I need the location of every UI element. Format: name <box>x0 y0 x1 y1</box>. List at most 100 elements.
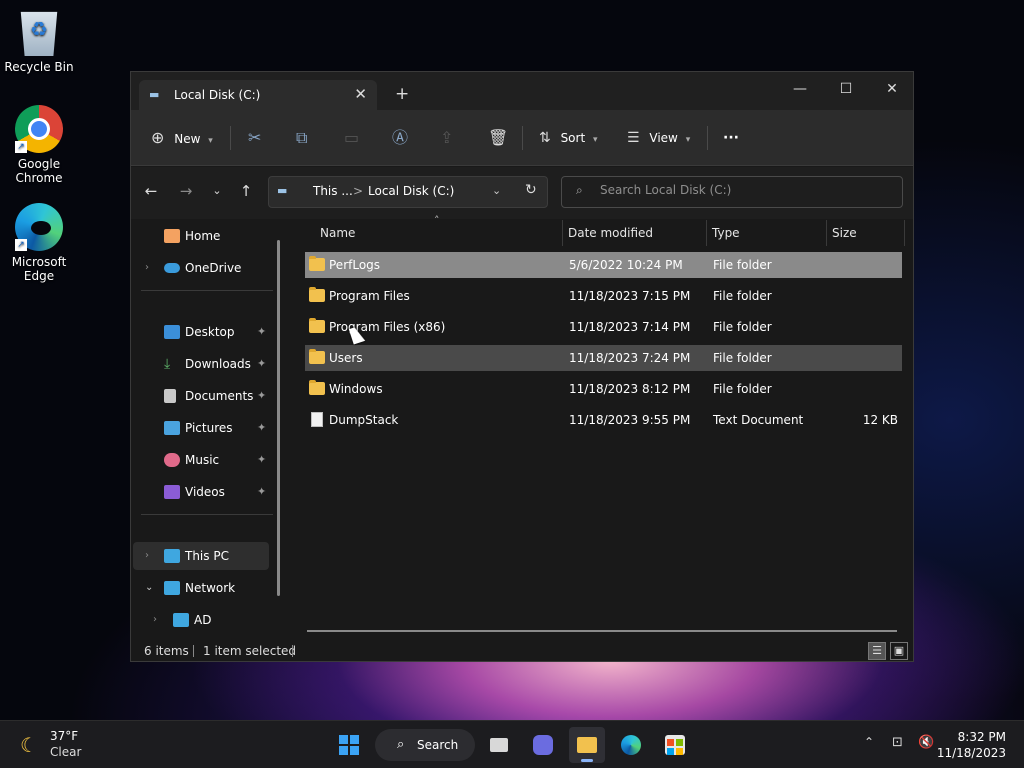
column-header-date-modified[interactable]: Date modified <box>568 226 653 240</box>
back-button[interactable]: ← <box>139 179 163 203</box>
nav-item-videos[interactable]: Videos ✦ <box>133 478 269 506</box>
column-header-name[interactable]: Name <box>320 226 355 240</box>
close-button[interactable]: ✕ <box>869 76 915 104</box>
store-taskbar-button[interactable] <box>657 727 693 763</box>
nav-item-downloads[interactable]: ⤓ Downloads ✦ <box>133 350 269 378</box>
title-bar[interactable]: ▬ Local Disk (C:) ✕ + — ☐ ✕ <box>131 72 913 110</box>
toolbar-divider <box>522 126 523 150</box>
chrome-icon: ↗ <box>15 105 63 153</box>
file-row[interactable]: Users 11/18/2023 7:24 PM File folder <box>305 345 902 371</box>
selection-count: 1 item selected <box>203 644 297 658</box>
rename-button[interactable]: Ⓐ <box>392 124 408 152</box>
show-hidden-icons-chevron-icon[interactable]: ⌃ <box>864 735 874 749</box>
volume-muted-icon[interactable]: 🔇 <box>918 735 934 750</box>
computer-icon <box>173 613 189 627</box>
file-row[interactable]: Windows 11/18/2023 8:12 PM File folder <box>305 376 902 402</box>
desktop-icon-microsoft-edge[interactable]: ↗ Microsoft Edge <box>4 203 74 283</box>
start-button[interactable] <box>331 727 367 763</box>
nav-item-onedrive[interactable]: › OneDrive <box>133 254 269 282</box>
nav-item-desktop[interactable]: Desktop ✦ <box>133 318 269 346</box>
chevron-right-icon[interactable]: › <box>145 542 149 570</box>
moon-icon: ☾ <box>20 733 38 757</box>
up-button[interactable]: ↑ <box>234 179 258 203</box>
forward-button[interactable]: → <box>174 179 198 203</box>
nav-item-pictures[interactable]: Pictures ✦ <box>133 414 269 442</box>
column-divider[interactable] <box>562 220 563 246</box>
nav-item-this-pc[interactable]: › This PC <box>133 542 269 570</box>
weather-widget[interactable]: ☾ 37°F Clear <box>18 729 118 761</box>
tab-local-disk[interactable]: ▬ Local Disk (C:) ✕ <box>139 80 377 110</box>
cut-button[interactable]: ✂ <box>248 124 261 152</box>
column-header-type[interactable]: Type <box>712 226 740 240</box>
nav-label: OneDrive <box>185 261 242 275</box>
sort-label: Sort <box>560 131 586 145</box>
share-button[interactable]: ⇪ <box>440 124 453 152</box>
nav-pane-scrollbar[interactable] <box>277 240 280 596</box>
delete-button[interactable]: 🗑 <box>488 124 508 152</box>
column-divider[interactable] <box>826 220 827 246</box>
nav-item-music[interactable]: Music ✦ <box>133 446 269 474</box>
search-box[interactable]: ⌕ <box>561 176 903 208</box>
column-header-size[interactable]: Size <box>832 226 857 240</box>
copy-button[interactable]: ⧉ <box>296 124 307 152</box>
search-input[interactable] <box>600 183 890 197</box>
chevron-right-icon[interactable]: › <box>153 606 157 634</box>
column-divider[interactable] <box>706 220 707 246</box>
see-more-button[interactable]: ··· <box>723 124 739 152</box>
folder-icon <box>309 318 325 333</box>
command-bar: ⊕ New ▾ ✂ ⧉ ▭ Ⓐ ⇪ 🗑 ⇅ Sort ▾ ☰ View ▾ ··… <box>131 110 913 166</box>
recycle-bin-icon <box>20 11 58 56</box>
view-button[interactable]: ☰ View ▾ <box>627 124 690 152</box>
navigation-pane: Home › OneDrive Desktop ✦ ⤓ Downloads ✦ … <box>131 220 283 632</box>
network-status-icon[interactable]: ⊡ <box>892 735 903 750</box>
paste-button[interactable]: ▭ <box>344 124 359 152</box>
nav-item-network[interactable]: ⌄ Network <box>133 574 269 602</box>
nav-divider <box>141 514 273 515</box>
desktop-icon-recycle-bin[interactable]: Recycle Bin <box>4 8 74 74</box>
chevron-down-icon: ▾ <box>685 135 691 145</box>
chevron-down-icon[interactable]: ⌄ <box>145 574 153 602</box>
address-dropdown-icon[interactable]: ⌄ <box>492 184 501 197</box>
file-row[interactable]: PerfLogs 5/6/2022 10:24 PM File folder <box>305 252 902 278</box>
file-date: 11/18/2023 7:14 PM <box>569 320 691 334</box>
file-size: 12 KB <box>862 413 898 427</box>
file-row[interactable]: Program Files (x86) 11/18/2023 7:14 PM F… <box>305 314 902 340</box>
breadcrumb-local-disk[interactable]: Local Disk (C:) <box>368 184 454 198</box>
nav-item-ad[interactable]: › AD <box>133 606 269 634</box>
taskbar-search-button[interactable]: ⌕ Search <box>375 729 475 761</box>
maximize-button[interactable]: ☐ <box>823 76 869 104</box>
nav-item-home[interactable]: Home <box>133 222 269 250</box>
sort-button[interactable]: ⇅ Sort ▾ <box>539 124 598 152</box>
file-row[interactable]: Program Files 11/18/2023 7:15 PM File fo… <box>305 283 902 309</box>
column-divider[interactable] <box>904 220 905 246</box>
file-date: 11/18/2023 7:15 PM <box>569 289 691 303</box>
tiles-view-icon[interactable]: ▣ <box>890 642 908 660</box>
file-explorer-taskbar-button[interactable] <box>569 727 605 763</box>
pin-icon: ✦ <box>257 357 267 370</box>
status-divider <box>193 645 194 657</box>
teams-chat-button[interactable] <box>525 727 561 763</box>
windows-logo-icon <box>339 735 359 755</box>
pictures-icon <box>164 421 180 435</box>
file-row[interactable]: DumpStack 11/18/2023 9:55 PM Text Docume… <box>305 407 902 433</box>
task-view-button[interactable] <box>482 727 518 763</box>
new-button[interactable]: ⊕ New ▾ <box>151 124 213 152</box>
recent-locations-button[interactable]: ⌄ <box>205 179 229 203</box>
tab-close-icon[interactable]: ✕ <box>354 85 367 103</box>
chevron-right-icon[interactable]: › <box>145 254 149 282</box>
desktop-icon-google-chrome[interactable]: ↗ Google Chrome <box>4 105 74 185</box>
edge-taskbar-button[interactable] <box>613 727 649 763</box>
minimize-button[interactable]: — <box>777 76 823 104</box>
address-bar[interactable]: ▬ This ... > Local Disk (C:) ⌄ ↻ <box>268 176 548 208</box>
file-type: File folder <box>713 289 772 303</box>
breadcrumb-this-pc[interactable]: This ... <box>313 184 353 198</box>
refresh-icon[interactable]: ↻ <box>525 182 537 198</box>
clock[interactable]: 8:32 PM 11/18/2023 <box>937 729 1006 761</box>
view-label: View <box>649 131 678 145</box>
file-type: File folder <box>713 320 772 334</box>
details-view-icon[interactable]: ☰ <box>868 642 886 660</box>
horizontal-scrollbar[interactable] <box>307 630 897 632</box>
chevron-down-icon: ▾ <box>593 135 598 145</box>
nav-item-documents[interactable]: Documents ✦ <box>133 382 269 410</box>
new-tab-button[interactable]: + <box>395 84 409 104</box>
